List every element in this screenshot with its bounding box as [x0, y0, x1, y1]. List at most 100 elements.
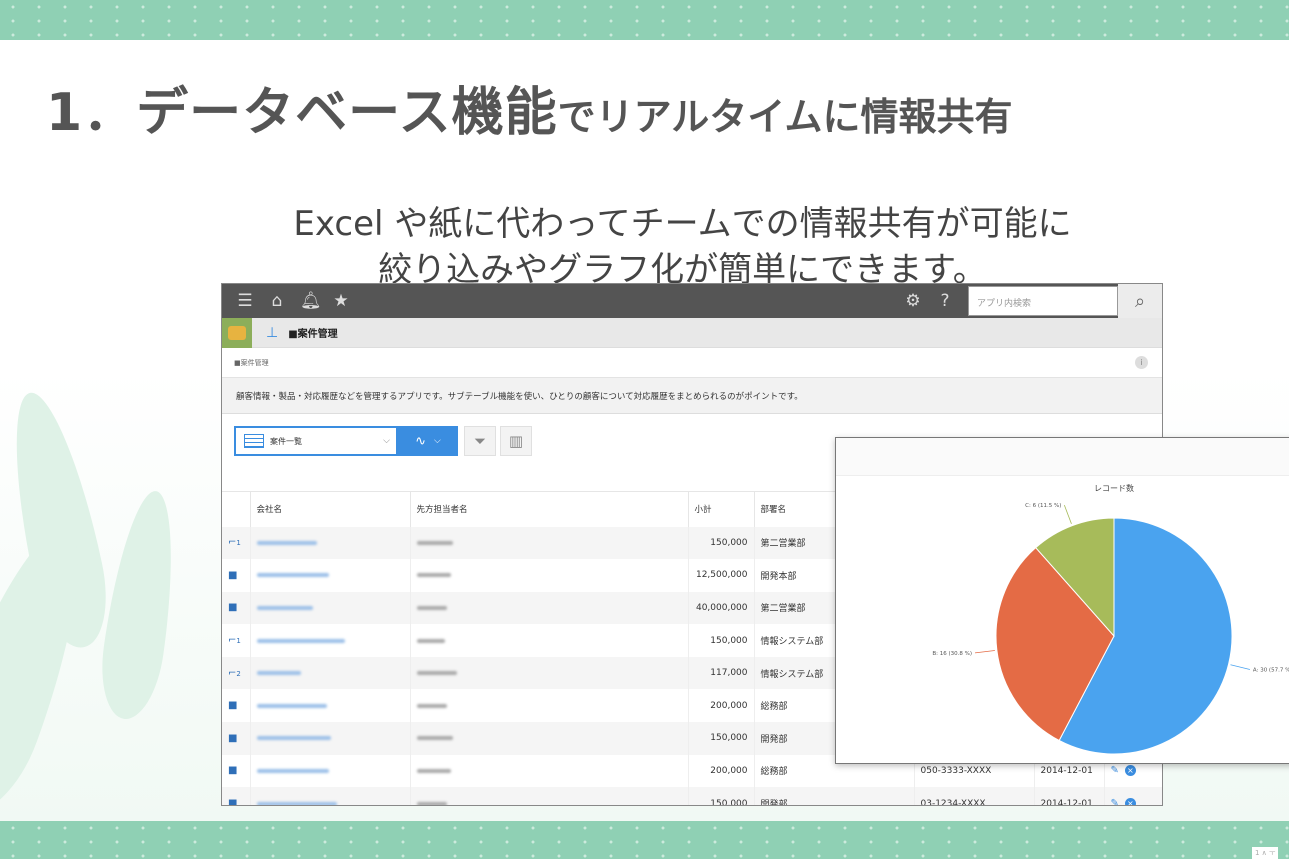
- top-decorative-band: [0, 0, 1289, 40]
- record-detail-cell[interactable]: ⌐1: [222, 526, 251, 560]
- contact-name-cell: [410, 722, 689, 755]
- app-icon: [222, 317, 252, 348]
- subtotal-cell: 12,500,000: [688, 559, 755, 592]
- contact-name-cell: [410, 787, 689, 805]
- filter-icon: ⏷: [473, 432, 486, 450]
- slice-label-leader: [1230, 664, 1251, 670]
- contact-name-cell: [410, 656, 689, 690]
- chevron-down-icon: ⌵: [383, 436, 390, 446]
- slide-title-main: 1．データベース機能: [46, 83, 558, 143]
- help-icon[interactable]: ?: [936, 291, 954, 311]
- app-header: ⊥ ■案件管理: [222, 317, 1162, 348]
- company-name-cell[interactable]: [250, 559, 411, 592]
- leaf-shape: [94, 486, 186, 724]
- document-icon[interactable]: ■: [228, 602, 237, 613]
- record-detail-cell[interactable]: ■: [222, 559, 251, 592]
- app-name: ■案件管理: [288, 329, 338, 340]
- date-cell: 2014-12-01: [1034, 787, 1105, 805]
- company-name-cell[interactable]: [250, 624, 411, 657]
- contact-name-cell: [410, 624, 689, 657]
- slice-label: B: 16 (30.8 %): [932, 651, 972, 657]
- pin-icon[interactable]: ⊥: [266, 325, 278, 341]
- slice-label: C: 6 (11.5 %): [1025, 503, 1061, 509]
- breadcrumb-row: ■案件管理 i: [222, 348, 1162, 378]
- chevron-down-icon: ⌵: [434, 436, 441, 446]
- record-detail-cell[interactable]: ■: [222, 722, 251, 755]
- contact-name-cell: [410, 754, 689, 788]
- department-cell: 開発部: [754, 787, 915, 805]
- slide-badge: 1 ∧ ㅜ: [1252, 847, 1279, 859]
- search-icon[interactable]: ⌕: [1118, 284, 1162, 318]
- document-icon[interactable]: ■: [228, 733, 237, 744]
- company-name-cell[interactable]: [250, 722, 411, 755]
- home-icon[interactable]: ⌂: [268, 291, 286, 311]
- subtotal-cell: 200,000: [688, 754, 755, 788]
- info-icon[interactable]: i: [1135, 356, 1148, 369]
- record-detail-cell[interactable]: ■: [222, 591, 251, 625]
- slide-title-sub: でリアルタイムに情報共有: [557, 95, 1013, 139]
- slide-title: 1．データベース機能でリアルタイムに情報共有: [46, 70, 1012, 145]
- view-select[interactable]: 案件一覧 ⌵: [234, 426, 398, 456]
- chart-title: レコード数: [1094, 483, 1134, 493]
- company-name-cell[interactable]: [250, 656, 411, 690]
- pie-chart: レコード数 A: 30 (57.7 %) B: 16 (30.8 %) C: 6 (1…: [932, 483, 1289, 755]
- slice-label-leader: [974, 650, 995, 654]
- record-detail-cell[interactable]: ⌐2: [222, 656, 251, 690]
- document-icon[interactable]: ■: [228, 570, 237, 581]
- company-name-cell[interactable]: [250, 591, 411, 625]
- record-detail-cell[interactable]: ■: [222, 754, 251, 788]
- delete-icon[interactable]: ×: [1124, 798, 1136, 805]
- line-chart-icon: ∿: [415, 433, 427, 449]
- edit-icon[interactable]: ✎: [1111, 798, 1119, 805]
- filter-button[interactable]: ⏷: [464, 426, 496, 456]
- menu-icon[interactable]: ☰: [236, 291, 254, 311]
- company-name-cell[interactable]: [250, 689, 411, 723]
- subtotal-cell: 150,000: [688, 722, 755, 755]
- contact-name-cell: [410, 559, 689, 592]
- table-view-icon: [244, 434, 264, 448]
- subtotal-cell: 117,000: [688, 656, 755, 690]
- contact-name-cell: [410, 689, 689, 723]
- row-actions: ✎×: [1104, 787, 1162, 805]
- column-header[interactable]: 先方担当者名: [410, 491, 689, 527]
- contact-name-cell: [410, 591, 689, 625]
- slice-label-leader: [1063, 504, 1072, 524]
- record-detail-cell[interactable]: ■: [222, 689, 251, 723]
- delete-icon[interactable]: ×: [1124, 765, 1136, 777]
- subtotal-cell: 200,000: [688, 689, 755, 723]
- app-search-input[interactable]: アプリ内検索: [968, 286, 1118, 316]
- column-header[interactable]: 小計: [688, 491, 755, 527]
- slide-subtitle-line1: Excel や紙に代わってチームでの情報共有が可能に: [293, 204, 1072, 244]
- document-icon[interactable]: ■: [228, 765, 237, 776]
- subtotal-cell: 150,000: [688, 526, 755, 560]
- bar-chart-icon: ▥: [508, 432, 524, 450]
- company-name-cell[interactable]: [250, 526, 411, 560]
- bottom-decorative-band: [0, 821, 1289, 859]
- subtotal-cell: 150,000: [688, 624, 755, 657]
- company-name-cell[interactable]: [250, 754, 411, 788]
- subtotal-cell: 40,000,000: [688, 591, 755, 625]
- app-description: 顧客情報・製品・対応履歴などを管理するアプリです。サブテーブル機能を使い、ひとり…: [222, 378, 1162, 414]
- chart-popup: レコード数 A: 30 (57.7 %) B: 16 (30.8 %) C: 6 (1…: [835, 437, 1289, 764]
- topbar-right: ⚙ ? アプリ内検索 ⌕: [890, 284, 1162, 318]
- document-icon[interactable]: ■: [228, 700, 237, 711]
- graph-button[interactable]: ∿ ⌵: [398, 426, 458, 456]
- contact-name-cell: [410, 526, 689, 560]
- company-name-cell[interactable]: [250, 787, 411, 805]
- breadcrumb[interactable]: ■案件管理: [234, 358, 269, 368]
- subtotal-cell: 150,000: [688, 787, 755, 805]
- gear-icon[interactable]: ⚙: [904, 291, 922, 311]
- document-icon[interactable]: ■: [228, 798, 237, 805]
- view-select-label: 案件一覧: [270, 436, 302, 446]
- slice-label: A: 30 (57.7 %): [1253, 668, 1289, 674]
- star-icon[interactable]: ★: [332, 291, 350, 311]
- table-row[interactable]: ■ 150,000 開発部 03-1234-XXXX 2014-12-01 ✎ ×: [222, 787, 1162, 805]
- record-detail-cell[interactable]: ⌐1: [222, 624, 251, 657]
- record-detail-cell[interactable]: ■: [222, 787, 251, 805]
- column-header[interactable]: 会社名: [250, 491, 411, 527]
- edit-icon[interactable]: ✎: [1111, 765, 1119, 776]
- graph-settings-button[interactable]: ▥: [500, 426, 532, 456]
- phone-cell: 03-1234-XXXX: [914, 787, 1035, 805]
- global-topbar: ☰ ⌂ 🔔︎ ★ ⚙ ? アプリ内検索 ⌕: [222, 284, 1162, 318]
- bell-icon[interactable]: 🔔︎: [300, 291, 322, 311]
